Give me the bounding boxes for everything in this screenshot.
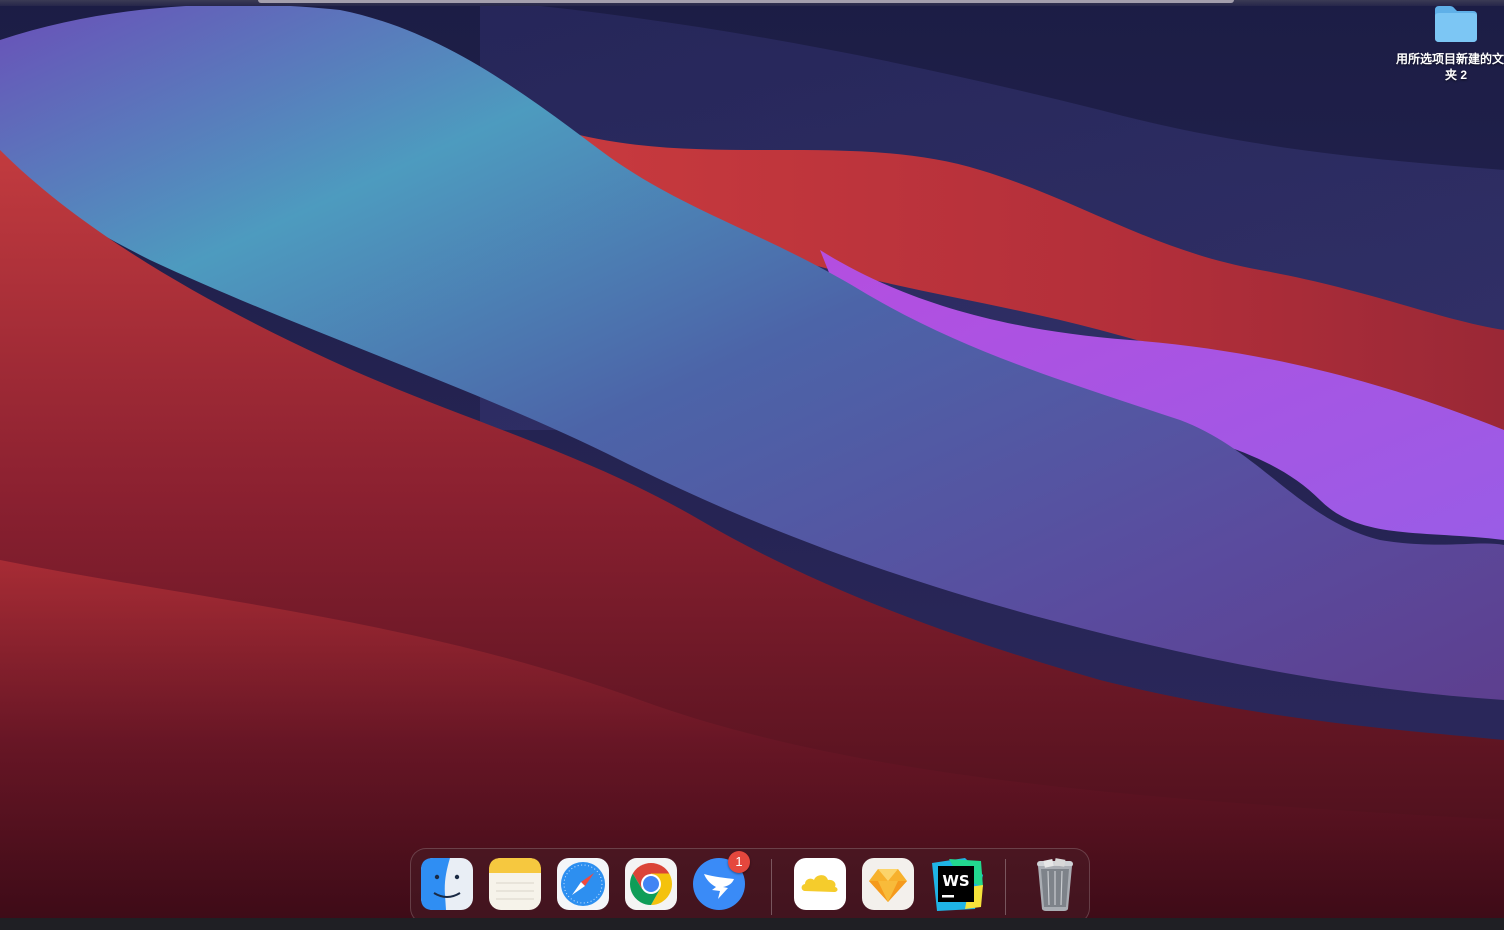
window-edge [258,0,1234,3]
dock-item-sketch[interactable] [861,857,915,924]
folder-icon [1435,6,1477,42]
dock-item-finder[interactable] [420,857,474,924]
notes-icon [489,858,541,910]
dock-item-trash[interactable] [1028,857,1082,911]
bottom-edge [0,918,1504,930]
desktop: 用所选项目新建的文件夹 2 [0,0,1504,930]
dock-item-dingtalk[interactable]: 1 [692,851,750,924]
desktop-folder[interactable]: 用所选项目新建的文件夹 2 [1396,4,1504,83]
dock-separator [1005,859,1006,915]
dock-item-webstorm[interactable]: WS [929,857,983,911]
finder-icon [421,858,473,910]
dock: 1 WS [410,848,1090,924]
sketch-icon [862,858,914,910]
dock-item-safari[interactable] [556,857,610,924]
notification-badge: 1 [728,851,750,873]
safari-icon [557,858,609,910]
dock-item-chrome[interactable] [624,857,678,924]
dock-item-notes[interactable] [488,857,542,924]
chrome-icon [625,858,677,910]
folder-label: 用所选项目新建的文件夹 2 [1396,52,1504,82]
dock-separator [771,859,772,915]
webstorm-icon-text: WS [942,872,969,890]
wallpaper [0,0,1504,930]
dock-item-cloud[interactable] [793,857,847,924]
trash-icon [1037,858,1073,911]
webstorm-icon: WS [932,858,983,911]
cloud-icon [794,858,846,910]
